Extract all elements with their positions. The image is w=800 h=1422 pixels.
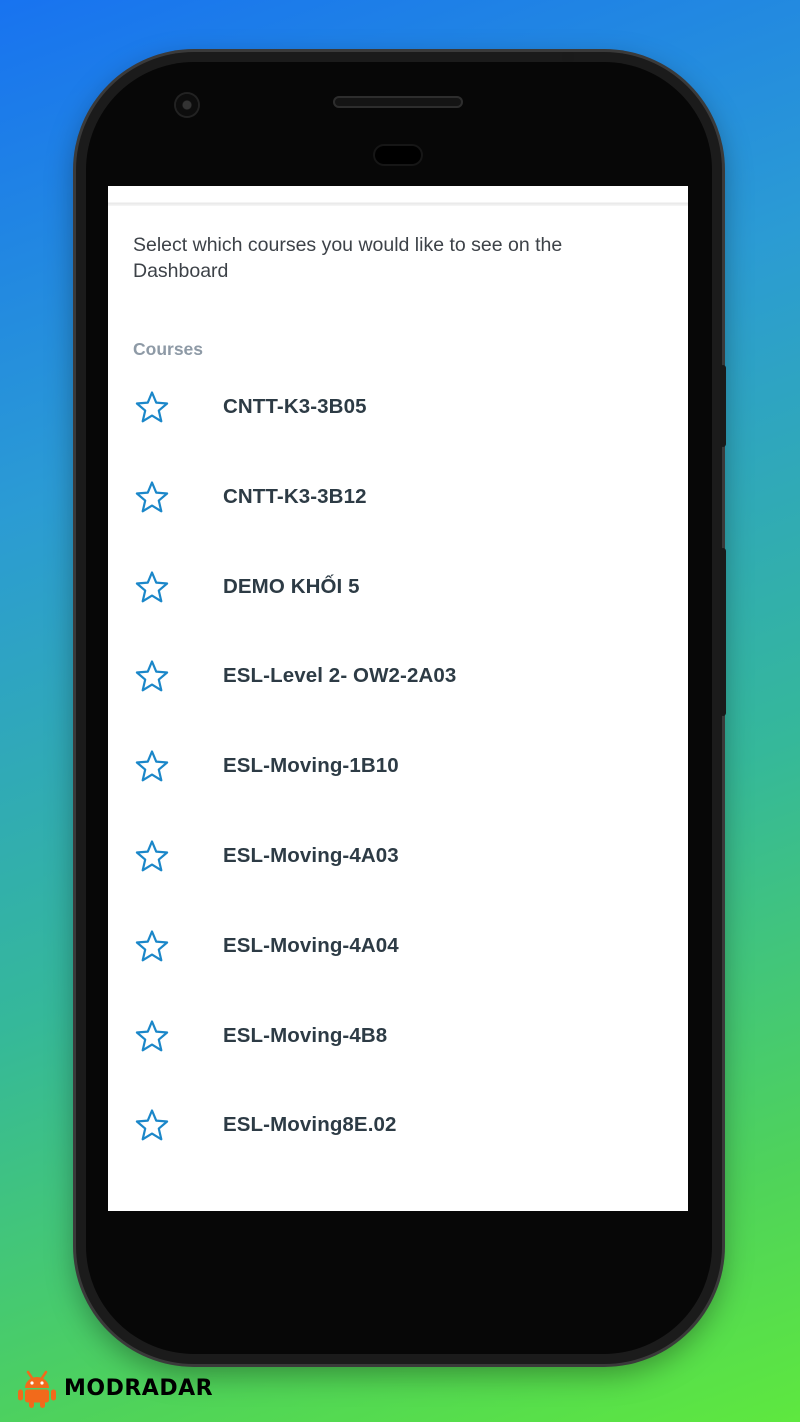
course-row[interactable]: CNTT-K3-3B05 bbox=[108, 363, 688, 453]
proximity-sensor bbox=[375, 146, 421, 164]
course-name: ESL-Moving-4A04 bbox=[223, 933, 399, 957]
course-name: ESL-Moving-4A03 bbox=[223, 843, 399, 867]
course-name: CNTT-K3-3B05 bbox=[223, 395, 367, 418]
course-name: ESL-Moving8E.02 bbox=[223, 1113, 397, 1137]
modradar-watermark: MODRADAR bbox=[16, 1368, 213, 1408]
favorite-star-icon[interactable] bbox=[134, 839, 170, 875]
favorite-star-icon[interactable] bbox=[134, 480, 170, 516]
courses-section-header: Courses bbox=[133, 339, 204, 359]
toolbar-edge bbox=[108, 186, 688, 206]
course-name: ESL-Moving-4B8 bbox=[223, 1023, 388, 1047]
course-row[interactable]: ESL-Moving-1B10 bbox=[108, 722, 688, 812]
power-button bbox=[720, 365, 726, 447]
favorite-star-icon[interactable] bbox=[134, 1108, 170, 1144]
course-name: DEMO KHỐI 5 bbox=[223, 574, 360, 598]
favorite-star-icon[interactable] bbox=[134, 390, 170, 426]
earpiece-speaker bbox=[333, 96, 463, 108]
favorite-star-icon[interactable] bbox=[134, 570, 170, 606]
course-row[interactable]: ESL-Moving-4A04 bbox=[108, 902, 688, 992]
course-name: ESL-Moving-1B10 bbox=[223, 754, 399, 778]
course-row[interactable]: DEMO KHỐI 5 bbox=[108, 543, 688, 633]
course-row[interactable]: ESL-Moving-4A03 bbox=[108, 812, 688, 902]
android-robot-icon bbox=[18, 1370, 56, 1408]
favorite-star-icon[interactable] bbox=[134, 929, 170, 965]
course-list: CNTT-K3-3B05 CNTT-K3-3B12 DEMO KHỐI 5 ESL-L… bbox=[108, 363, 688, 1171]
course-row[interactable]: ESL-Moving8E.02 bbox=[108, 1081, 688, 1171]
course-name: ESL-Level 2- OW2-2A03 bbox=[223, 664, 457, 688]
course-row[interactable]: ESL-Level 2- OW2-2A03 bbox=[108, 632, 688, 722]
course-row[interactable]: ESL-Moving-4B8 bbox=[108, 992, 688, 1082]
app-screen: Select which courses you would like to s… bbox=[108, 186, 688, 1211]
course-row[interactable]: CNTT-K3-3B12 bbox=[108, 453, 688, 543]
watermark-brand: MODRADAR bbox=[64, 1375, 214, 1401]
front-camera bbox=[176, 94, 198, 116]
volume-button bbox=[720, 548, 726, 716]
favorite-star-icon[interactable] bbox=[134, 1019, 170, 1055]
top-button bbox=[562, 52, 574, 62]
course-name: CNTT-K3-3B12 bbox=[223, 484, 367, 508]
favorite-star-icon[interactable] bbox=[134, 659, 170, 695]
dashboard-instructions: Select which courses you would like to s… bbox=[133, 234, 563, 282]
favorite-star-icon[interactable] bbox=[134, 749, 170, 785]
